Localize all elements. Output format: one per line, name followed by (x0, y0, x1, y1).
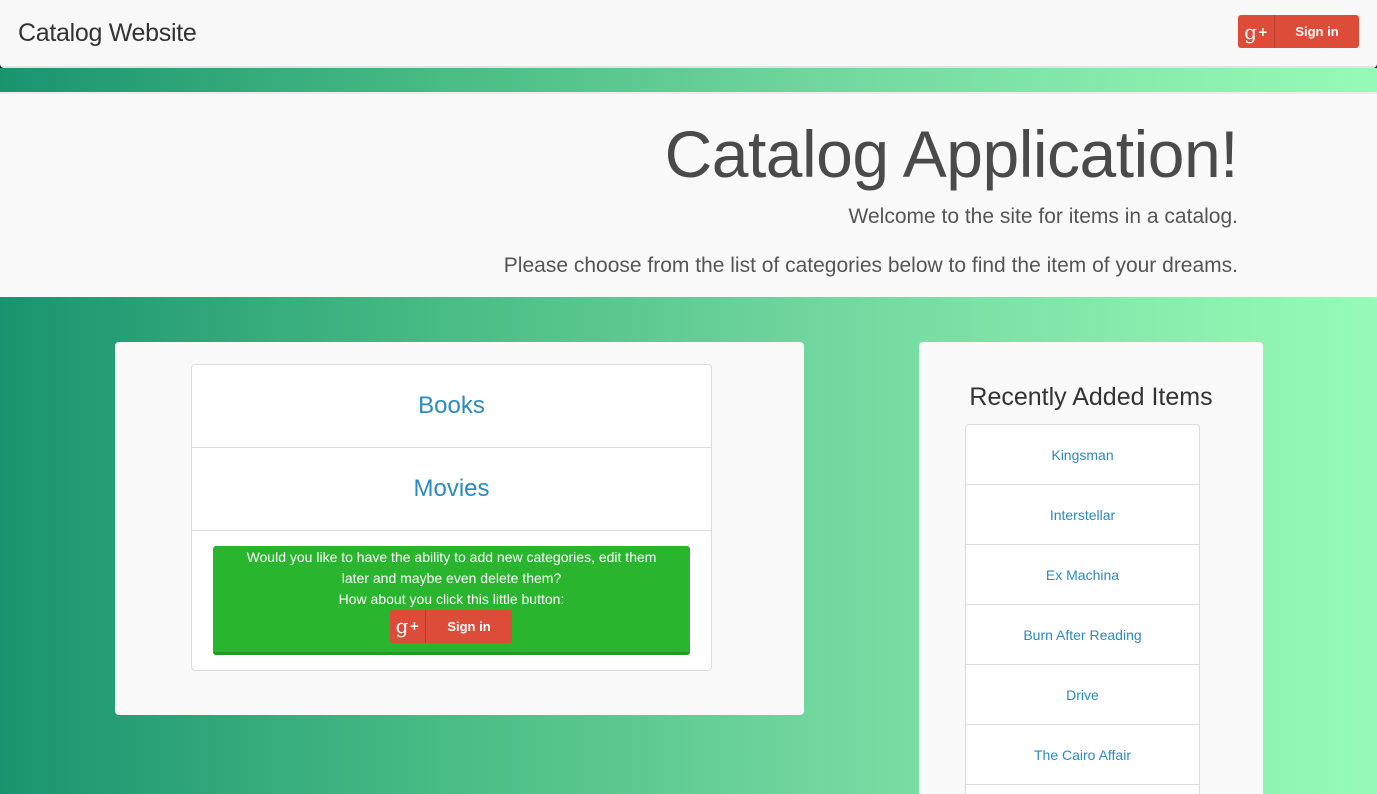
promo-google-signin-button[interactable]: g + Sign in (390, 610, 512, 643)
welcome-text: Welcome to the site for items in a catal… (848, 205, 1238, 228)
recent-item-ex-machina[interactable]: Ex Machina (966, 545, 1199, 605)
google-plus-icon: g + (1238, 15, 1275, 48)
recent-item-drive[interactable]: Drive (966, 665, 1199, 725)
recent-item-the-cairo-affair[interactable]: The Cairo Affair (966, 725, 1199, 785)
recent-items-panel: Recently Added Items Kingsman Interstell… (919, 342, 1263, 794)
promo-line: Would you like to have the ability to ad… (246, 549, 657, 565)
brand-link[interactable]: Catalog Website (18, 19, 197, 48)
google-signin-button[interactable]: g + Sign in (1238, 15, 1359, 48)
category-item-movies[interactable]: Movies (192, 448, 711, 531)
signin-promo-box: Would you like to have the ability to ad… (213, 546, 690, 655)
category-list: Books Movies Would you like to have the … (191, 364, 712, 671)
promo-line: How about you click this little button: (338, 591, 565, 607)
signin-label: Sign in (1295, 24, 1339, 39)
instruction-text: Please choose from the list of categorie… (503, 254, 1238, 277)
google-plus-icon: g + (390, 610, 426, 643)
categories-panel: Books Movies Would you like to have the … (115, 342, 804, 715)
recent-items-list: Kingsman Interstellar Ex Machina Burn Af… (965, 424, 1200, 794)
signin-label: Sign in (447, 619, 491, 634)
recent-item-interstellar[interactable]: Interstellar (966, 485, 1199, 545)
page-title: Catalog Application! (664, 117, 1239, 191)
recent-item-kingsman[interactable]: Kingsman (966, 425, 1199, 485)
category-item-books[interactable]: Books (192, 365, 711, 448)
jumbotron: Catalog Application! Welcome to the site… (0, 92, 1377, 297)
recent-items-heading: Recently Added Items (969, 383, 1213, 411)
navbar: Catalog Website g + Sign in (0, 0, 1377, 68)
recent-item-burn-after-reading[interactable]: Burn After Reading (966, 605, 1199, 665)
promo-line: later and maybe even delete them? (341, 570, 562, 586)
